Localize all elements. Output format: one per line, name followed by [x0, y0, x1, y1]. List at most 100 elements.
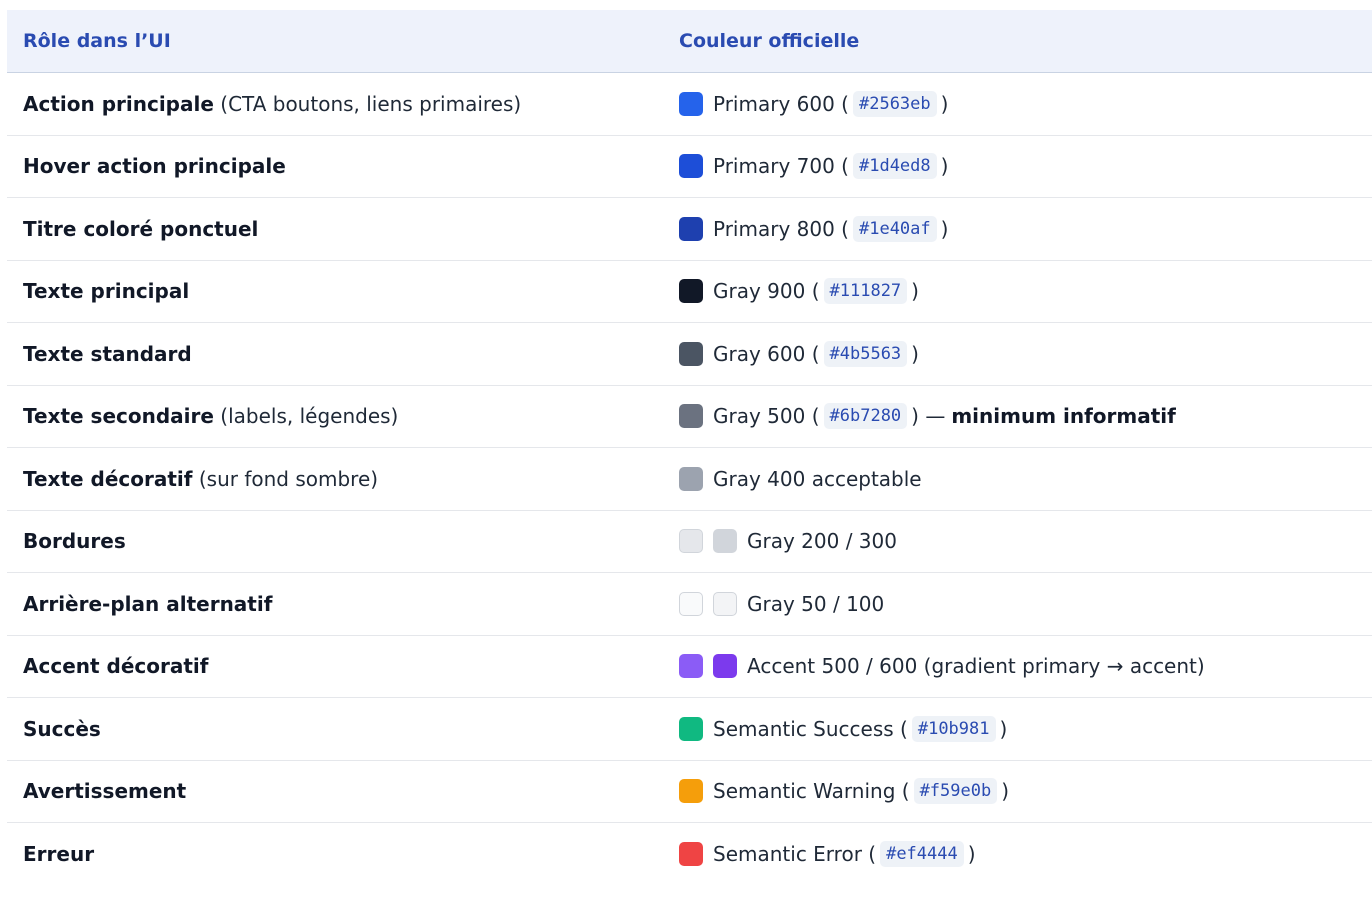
- color-label-suffix: ) —: [911, 404, 946, 429]
- color-cell: Semantic Success (#10b981): [663, 715, 1372, 742]
- role-name: Erreur: [23, 842, 95, 867]
- role-cell: Texte secondaire (labels, légendes): [7, 404, 663, 428]
- role-name: Texte décoratif: [23, 466, 193, 491]
- color-label: Primary 800 (: [713, 216, 849, 241]
- table-row: Titre coloré ponctuel Primary 800 (#1e40a…: [7, 198, 1372, 261]
- table-row: Hover action principale Primary 700 (#1d4…: [7, 136, 1372, 198]
- color-label: Semantic Error (: [713, 842, 877, 867]
- hex-code: #6b7280: [823, 403, 908, 430]
- role-cell: Avertissement: [7, 779, 663, 803]
- color-swatch: [679, 779, 703, 804]
- color-role-table: Rôle dans l’UI Couleur officielle Action…: [7, 10, 1372, 886]
- table-row: Erreur Semantic Error (#ef4444): [7, 823, 1372, 886]
- color-cell: Gray 400 acceptable: [663, 466, 1372, 491]
- role-cell: Bordures: [7, 529, 663, 553]
- role-name: Texte principal: [23, 279, 190, 304]
- role-cell: Texte standard: [7, 342, 663, 366]
- color-label: Gray 200 / 300: [747, 529, 897, 554]
- color-label-suffix: ): [1001, 779, 1010, 804]
- color-label: Accent 500 / 600 (gradient primary → acc…: [747, 654, 1205, 679]
- role-cell: Erreur: [7, 842, 663, 866]
- color-cell: Gray 200 / 300: [663, 529, 1372, 554]
- role-name: Titre coloré ponctuel: [23, 216, 259, 241]
- color-swatch: [679, 91, 703, 116]
- color-swatch: [679, 591, 703, 616]
- table-row: Bordures Gray 200 / 300: [7, 511, 1372, 573]
- color-swatch: [679, 842, 703, 867]
- color-label: Gray 900 (: [713, 279, 820, 304]
- hex-code: #111827: [823, 278, 908, 305]
- role-name: Succès: [23, 716, 101, 741]
- color-cell: Primary 700 (#1d4ed8): [663, 153, 1372, 180]
- color-swatch: [679, 466, 703, 491]
- role-name: Texte secondaire: [23, 404, 214, 429]
- table-header: Rôle dans l’UI Couleur officielle: [7, 10, 1372, 73]
- role-cell: Hover action principale: [7, 154, 663, 178]
- role-cell: Succès: [7, 717, 663, 741]
- color-label: Gray 600 (: [713, 341, 820, 366]
- table-row: Texte secondaire (labels, légendes) Gray …: [7, 386, 1372, 448]
- color-cell: Gray 500 (#6b7280) — minimum informatif: [663, 403, 1372, 430]
- color-swatch: [679, 716, 703, 741]
- hex-code: #1d4ed8: [852, 153, 937, 180]
- color-swatch: [679, 654, 703, 679]
- color-label-suffix: ): [911, 341, 919, 366]
- table-row: Arrière-plan alternatif Gray 50 / 100: [7, 573, 1372, 636]
- hex-code: #f59e0b: [913, 778, 998, 805]
- role-note: (CTA boutons, liens primaires): [220, 91, 522, 116]
- color-swatch: [679, 341, 703, 366]
- color-swatch: [679, 216, 703, 241]
- color-swatch: [713, 654, 737, 679]
- header-role: Rôle dans l’UI: [23, 30, 171, 52]
- role-note: (sur fond sombre): [198, 466, 379, 491]
- table-row: Accent décoratif Accent 500 / 600 (gradie…: [7, 636, 1372, 698]
- color-emphasis: minimum informatif: [951, 404, 1176, 429]
- color-label-suffix: ): [967, 842, 976, 867]
- color-label: Primary 700 (: [713, 154, 849, 179]
- header-color: Couleur officielle: [679, 30, 860, 52]
- color-cell: Gray 600 (#4b5563): [663, 340, 1372, 367]
- color-label-suffix: ): [911, 279, 919, 304]
- role-note: (labels, légendes): [220, 404, 399, 429]
- role-cell: Texte principal: [7, 279, 663, 303]
- hex-code: #1e40af: [852, 215, 937, 242]
- role-cell: Titre coloré ponctuel: [7, 217, 663, 241]
- role-cell: Accent décoratif: [7, 654, 663, 678]
- color-label-suffix: ): [940, 154, 949, 179]
- role-cell: Texte décoratif (sur fond sombre): [7, 467, 663, 491]
- color-label: Gray 400 acceptable: [713, 466, 922, 491]
- table-row: Avertissement Semantic Warning (#f59e0b): [7, 761, 1372, 823]
- role-name: Action principale: [23, 91, 214, 116]
- table-body: Action principale (CTA boutons, liens pr…: [7, 73, 1372, 886]
- role-cell: Action principale (CTA boutons, liens pr…: [7, 92, 663, 116]
- color-label: Primary 600 (: [713, 91, 849, 116]
- role-cell: Arrière-plan alternatif: [7, 592, 663, 616]
- role-name: Accent décoratif: [23, 654, 209, 679]
- color-cell: Semantic Error (#ef4444): [663, 841, 1372, 868]
- color-label: Semantic Warning (: [713, 779, 910, 804]
- color-swatch: [713, 529, 737, 554]
- color-swatch: [679, 529, 703, 554]
- color-swatch: [713, 591, 737, 616]
- role-name: Texte standard: [23, 341, 192, 366]
- color-label: Gray 500 (: [713, 404, 820, 429]
- color-swatch: [679, 279, 703, 304]
- table-row: Texte décoratif (sur fond sombre) Gray 40…: [7, 448, 1372, 511]
- table-row: Succès Semantic Success (#10b981): [7, 698, 1372, 761]
- color-label-suffix: ): [940, 91, 949, 116]
- role-name: Hover action principale: [23, 154, 286, 179]
- color-swatch: [679, 154, 703, 179]
- hex-code: #4b5563: [823, 340, 908, 367]
- color-cell: Primary 800 (#1e40af): [663, 215, 1372, 242]
- color-cell: Gray 50 / 100: [663, 591, 1372, 616]
- hex-code: #10b981: [911, 715, 996, 742]
- role-name: Avertissement: [23, 779, 187, 804]
- role-name: Bordures: [23, 529, 126, 554]
- color-swatch: [679, 404, 703, 429]
- table-row: Action principale (CTA boutons, liens pr…: [7, 73, 1372, 136]
- color-cell: Primary 600 (#2563eb): [663, 90, 1372, 117]
- table-row: Texte principal Gray 900 (#111827): [7, 261, 1372, 323]
- color-cell: Accent 500 / 600 (gradient primary → acc…: [663, 654, 1372, 679]
- color-label: Gray 50 / 100: [747, 591, 885, 616]
- table-row: Texte standard Gray 600 (#4b5563): [7, 323, 1372, 386]
